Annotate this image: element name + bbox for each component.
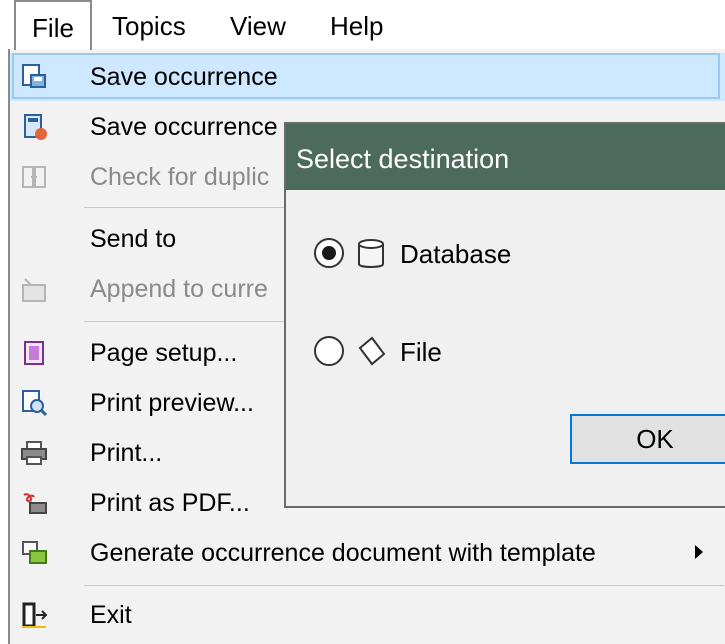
menu-item-exit[interactable]: Exit	[10, 591, 725, 639]
append-icon	[22, 278, 46, 302]
dialog-title: Select destination	[296, 144, 510, 174]
select-destination-dialog: Select destination Database File OK	[284, 122, 725, 508]
check-duplicates-icon	[22, 166, 46, 188]
menu-help[interactable]: Help	[316, 0, 397, 50]
menu-item-label: Generate occurrence document with templa…	[90, 539, 596, 567]
exit-icon	[22, 602, 48, 628]
menu-item-label: Print...	[90, 439, 163, 467]
option-label: File	[400, 337, 442, 367]
menu-item-label: Send to	[90, 225, 177, 253]
page-setup-icon	[24, 341, 44, 365]
printer-icon	[21, 441, 47, 465]
menu-item-label: Check for duplic	[90, 163, 270, 191]
save-occurrence-icon	[22, 64, 46, 88]
save-occurrence-lock-icon	[24, 114, 47, 140]
print-preview-icon	[22, 390, 48, 417]
file-icon	[358, 336, 386, 366]
radio-database[interactable]	[314, 238, 344, 268]
menu-item-save-occurrence[interactable]: Save occurrence	[10, 53, 725, 101]
menu-item-label: Save occurrence	[90, 63, 278, 91]
menu-item-label: Print preview...	[90, 389, 254, 417]
database-icon	[358, 239, 384, 268]
menu-item-label: Print as PDF...	[90, 489, 250, 517]
menu-bar: File Topics View Help	[0, 0, 725, 50]
pdf-icon	[23, 493, 47, 514]
menu-view[interactable]: View	[216, 0, 300, 50]
menu-file[interactable]: File	[14, 0, 92, 50]
dialog-titlebar[interactable]: Select destination	[286, 124, 725, 190]
menu-item-label: Append to curre	[90, 275, 268, 303]
menu-separator	[84, 585, 724, 586]
generate-document-icon	[22, 541, 47, 564]
menu-item-generate-document[interactable]: Generate occurrence document with templa…	[10, 529, 725, 577]
menu-topics[interactable]: Topics	[98, 0, 200, 50]
menu-item-label: Page setup...	[90, 339, 238, 367]
submenu-arrow-icon	[695, 545, 703, 559]
radio-file[interactable]	[314, 336, 344, 366]
option-label: Database	[400, 239, 512, 269]
menu-item-label: Exit	[90, 601, 132, 629]
ok-button[interactable]: OK	[570, 414, 725, 464]
menu-item-label: Save occurrence	[90, 113, 278, 141]
radio-selected-dot	[322, 246, 336, 260]
